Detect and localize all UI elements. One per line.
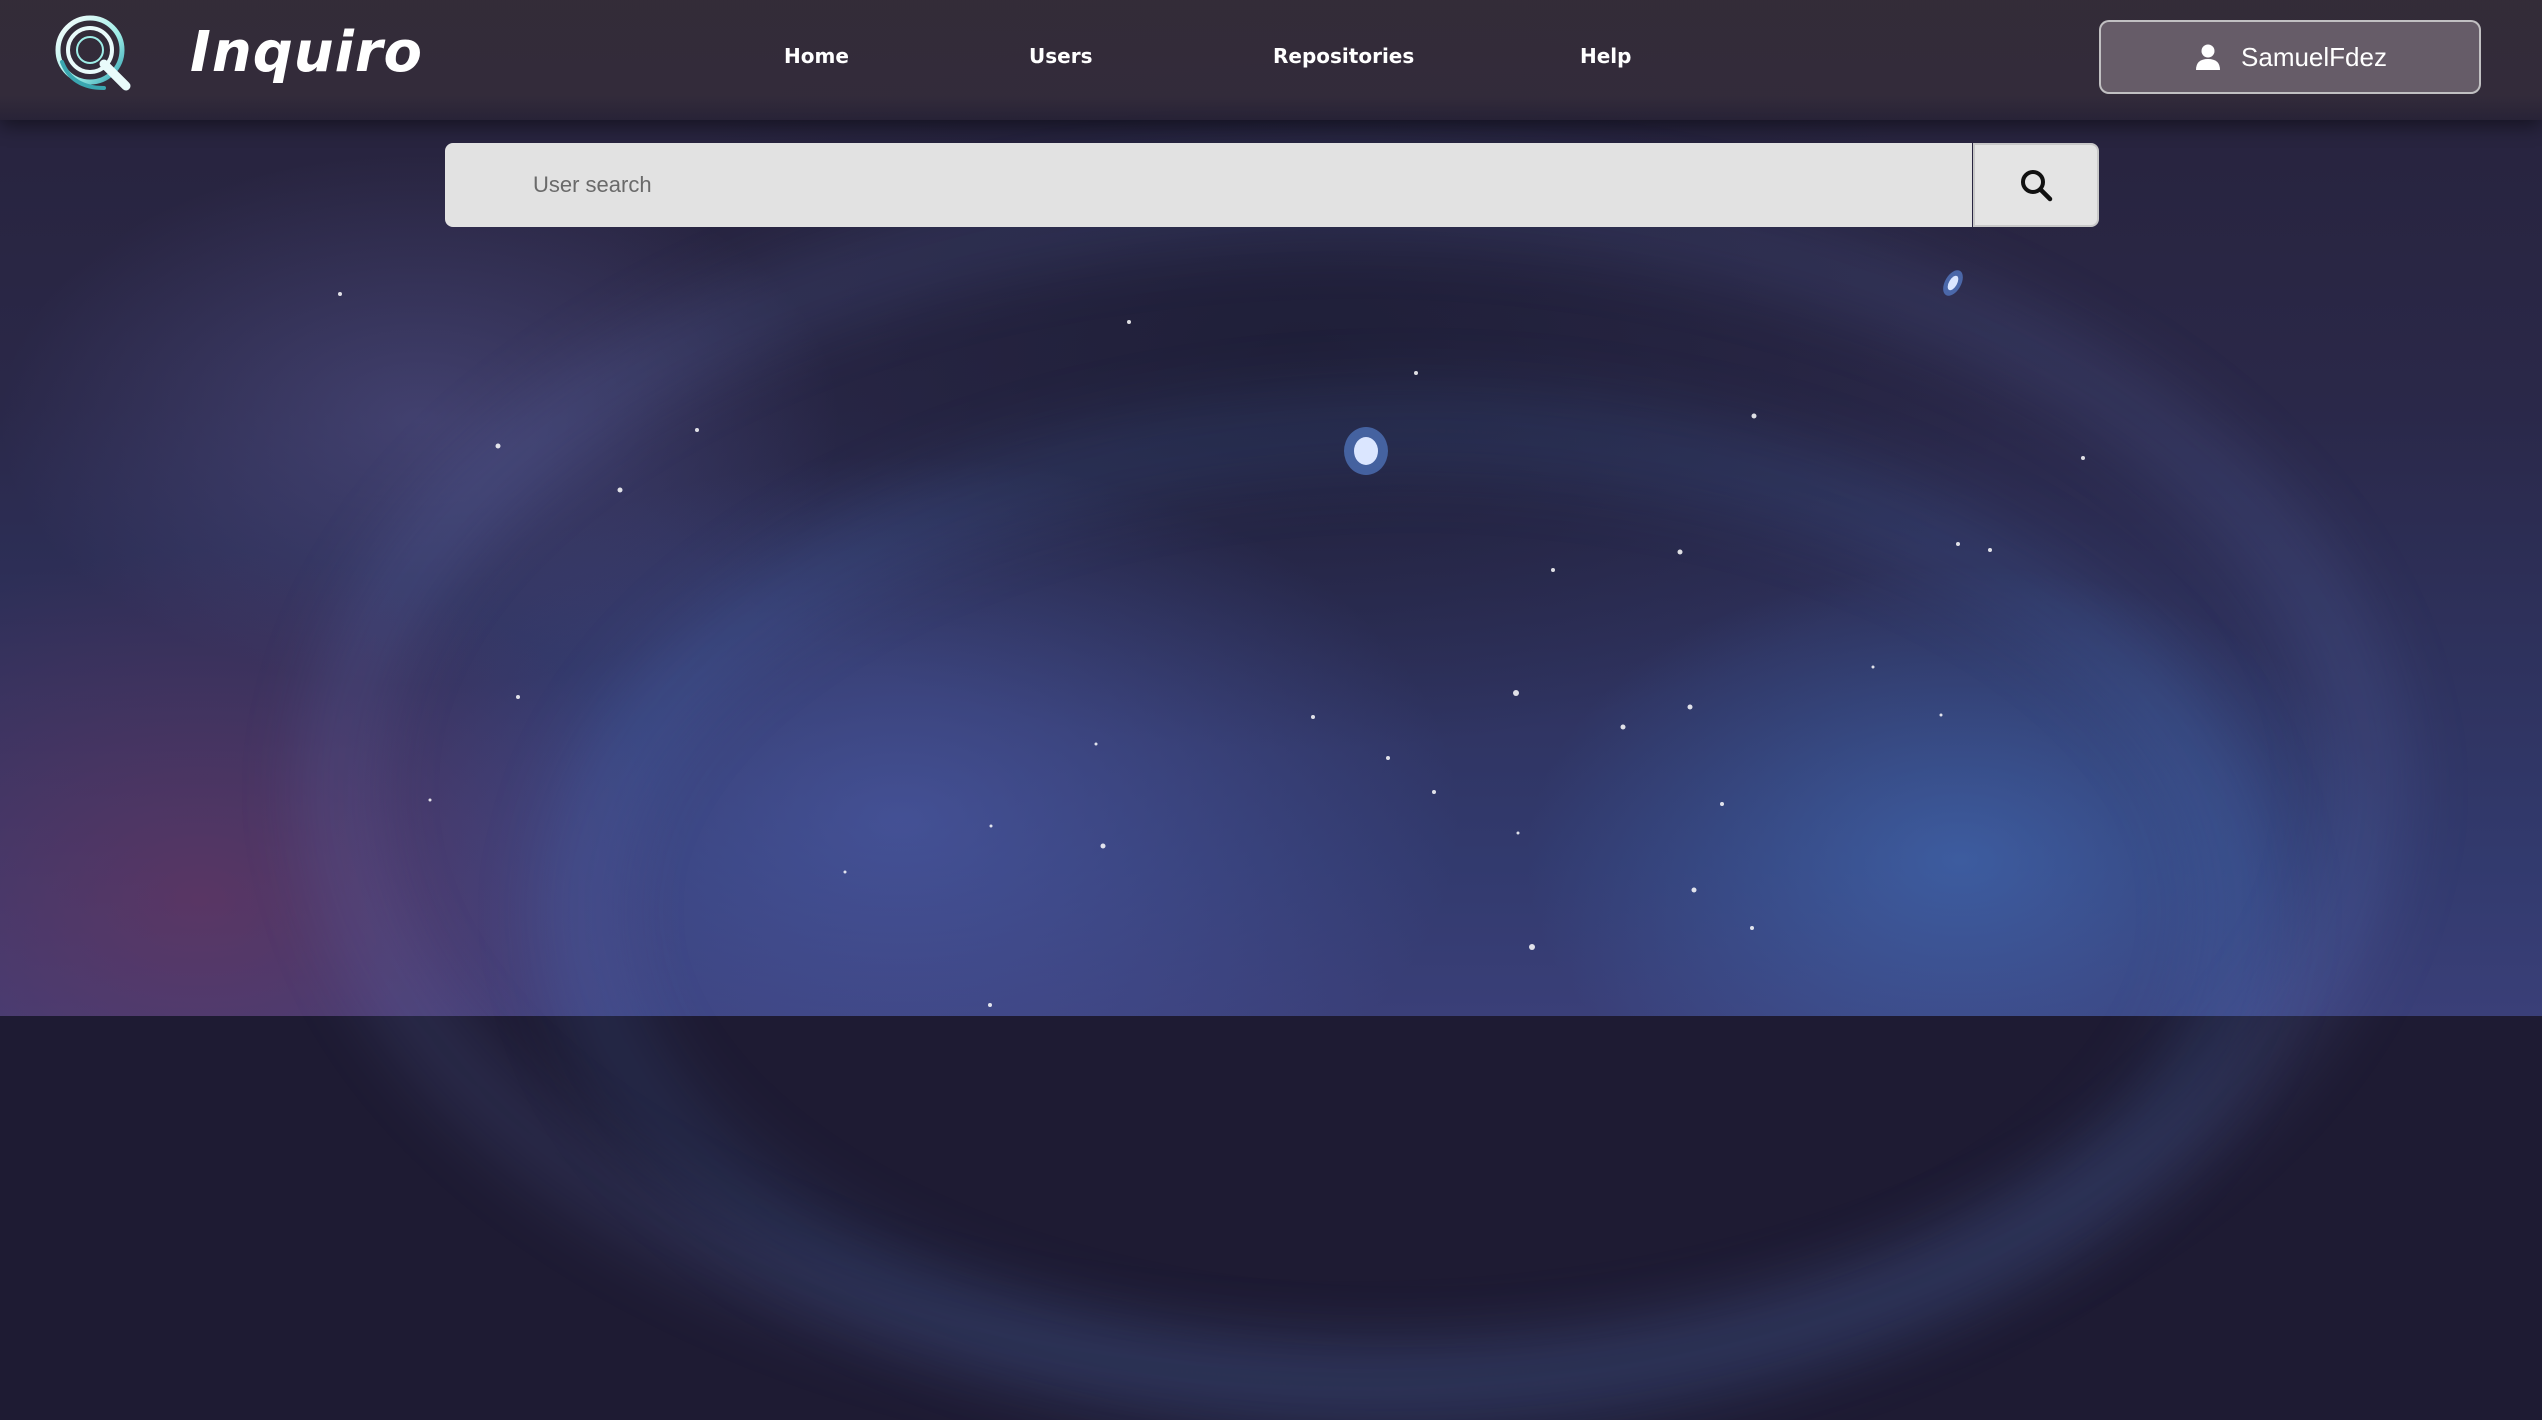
- top-navbar: Inquiro Home Users Repositories Help Sam…: [0, 0, 2542, 120]
- nav-link-home[interactable]: Home: [784, 44, 849, 68]
- brand-name[interactable]: Inquiro: [190, 20, 423, 85]
- search-icon: [2021, 170, 2053, 202]
- nav-link-repositories[interactable]: Repositories: [1273, 44, 1414, 68]
- nav-link-users[interactable]: Users: [1029, 44, 1092, 68]
- nav-link-help[interactable]: Help: [1580, 44, 1631, 68]
- user-name-label: SamuelFdez: [2241, 41, 2387, 72]
- magnifier-ring-logo-icon[interactable]: [52, 12, 136, 96]
- user-search-input[interactable]: [445, 143, 1972, 227]
- search-button[interactable]: [1973, 143, 2099, 227]
- user-account-button[interactable]: SamuelFdez: [2099, 20, 2481, 94]
- user-icon: [2196, 44, 2221, 70]
